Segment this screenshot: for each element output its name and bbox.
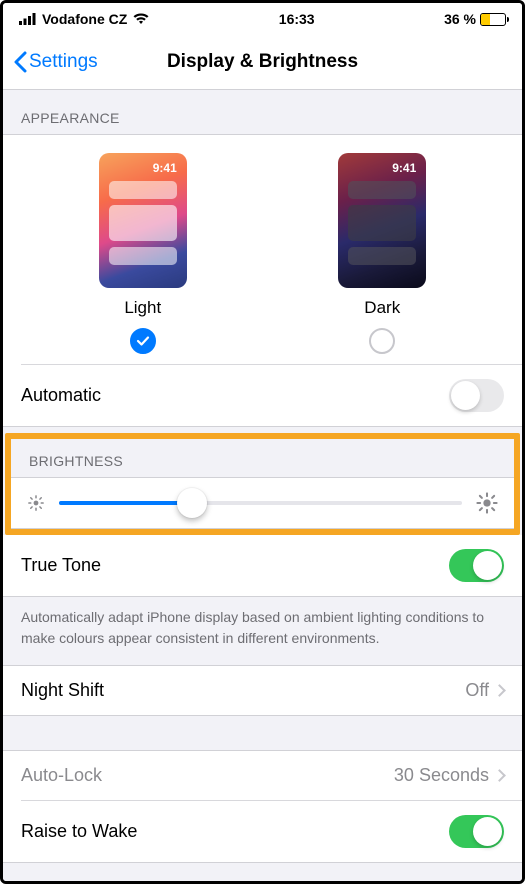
dark-label: Dark: [364, 298, 400, 318]
brightness-highlight: BRIGHTNESS: [5, 433, 520, 535]
brightness-slider-thumb[interactable]: [177, 488, 207, 518]
battery-icon: [480, 13, 506, 26]
wifi-icon: [133, 13, 149, 25]
brightness-low-icon: [27, 494, 45, 512]
brightness-high-icon: [476, 492, 498, 514]
light-preview: 9:41: [99, 153, 187, 288]
carrier-label: Vodafone CZ: [42, 11, 127, 27]
true-tone-label: True Tone: [21, 555, 101, 576]
automatic-label: Automatic: [21, 385, 101, 406]
chevron-left-icon: [13, 51, 27, 73]
brightness-slider-row: [11, 477, 514, 529]
appearance-option-dark[interactable]: 9:41 Dark: [338, 153, 426, 354]
night-shift-row[interactable]: Night Shift Off: [3, 666, 522, 715]
auto-lock-value: 30 Seconds: [394, 765, 489, 786]
dark-preview: 9:41: [338, 153, 426, 288]
night-shift-label: Night Shift: [21, 680, 104, 701]
true-tone-row: True Tone: [3, 535, 522, 596]
automatic-toggle[interactable]: [449, 379, 504, 412]
auto-lock-row[interactable]: Auto-Lock 30 Seconds: [3, 751, 522, 800]
brightness-slider[interactable]: [59, 501, 462, 505]
cellular-signal-icon: [19, 13, 36, 25]
chevron-right-icon: [493, 684, 506, 697]
back-label: Settings: [29, 51, 98, 73]
true-tone-footer: Automatically adapt iPhone display based…: [3, 597, 522, 665]
raise-to-wake-row: Raise to Wake: [3, 801, 522, 862]
appearance-option-light[interactable]: 9:41 Light: [99, 153, 187, 354]
brightness-section-header: BRIGHTNESS: [11, 439, 514, 477]
status-time: 16:33: [279, 11, 315, 27]
appearance-section-header: APPEARANCE: [3, 90, 522, 134]
night-shift-value: Off: [465, 680, 489, 701]
light-radio[interactable]: [130, 328, 156, 354]
raise-to-wake-toggle[interactable]: [449, 815, 504, 848]
true-tone-toggle[interactable]: [449, 549, 504, 582]
battery-percent: 36 %: [444, 11, 476, 27]
auto-lock-label: Auto-Lock: [21, 765, 102, 786]
light-label: Light: [124, 298, 161, 318]
dark-radio[interactable]: [369, 328, 395, 354]
chevron-right-icon: [493, 769, 506, 782]
raise-to-wake-label: Raise to Wake: [21, 821, 137, 842]
back-button[interactable]: Settings: [3, 51, 98, 73]
automatic-row: Automatic: [3, 365, 522, 426]
